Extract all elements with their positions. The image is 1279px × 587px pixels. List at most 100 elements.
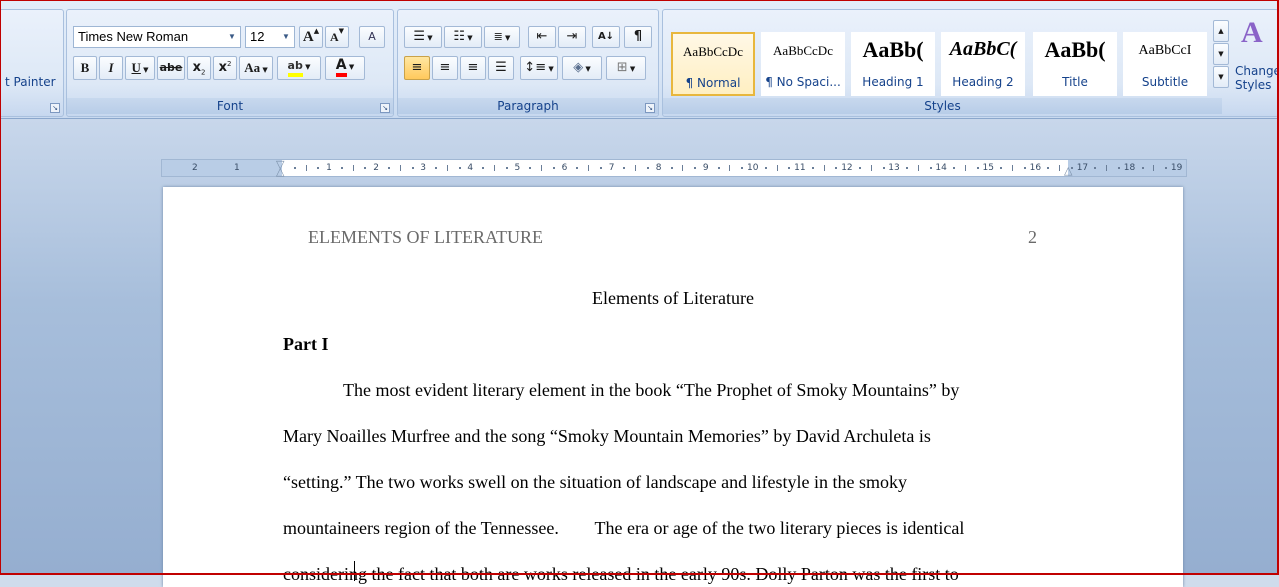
style-name-title: Title	[1062, 75, 1088, 89]
style-name-heading-2: Heading 2	[952, 75, 1014, 89]
ruler-tick	[906, 167, 909, 169]
grow-font-button[interactable]: A▲	[299, 26, 323, 48]
ruler-tick	[1165, 167, 1168, 169]
styles-more[interactable]: ▼	[1213, 66, 1229, 88]
bullets-icon: ☰	[413, 29, 426, 44]
document-page[interactable]: ELEMENTS OF LITERATURE 2 Elements of Lit…	[163, 187, 1183, 587]
shading-button[interactable]: ◈ ▼	[562, 56, 602, 80]
ruler-tick	[976, 167, 979, 169]
style-tile-heading-2[interactable]: AaBbC( Heading 2	[941, 32, 1025, 96]
shrink-font-button[interactable]: A▼	[325, 26, 349, 48]
font-size-combo[interactable]: 12 ▼	[245, 26, 295, 48]
align-right-button[interactable]: ≡	[460, 56, 486, 80]
ruler-tick	[929, 167, 932, 169]
ruler-number: 7	[608, 163, 615, 173]
font-dialog-launcher[interactable]: ↘	[380, 103, 390, 113]
ruler-tick	[435, 167, 438, 169]
borders-button[interactable]: ⊞ ▼	[606, 56, 646, 80]
align-left-button[interactable]: ≡	[404, 56, 430, 80]
style-name-heading-1: Heading 1	[862, 75, 924, 89]
left-indent-marker[interactable]: △	[276, 166, 284, 177]
ruler-tick	[647, 167, 650, 169]
ruler-number: 15	[982, 163, 994, 173]
superscript-button[interactable]: x2	[213, 56, 237, 80]
ruler-number: 9	[702, 163, 709, 173]
ruler-number: 19	[1170, 163, 1183, 173]
font-name-dropdown-icon[interactable]: ▼	[224, 27, 240, 47]
ruler-tick	[352, 165, 354, 171]
multilevel-list-button[interactable]: ≣ ▼	[484, 26, 520, 48]
ruler-tick	[482, 167, 485, 169]
sort-button[interactable]: A↓	[592, 26, 620, 48]
highlight-button[interactable]: ab ▼	[277, 56, 321, 80]
font-color-icon: A	[335, 57, 347, 77]
paragraph-dialog-launcher[interactable]: ↘	[645, 103, 655, 113]
underline-icon: U	[131, 60, 141, 75]
font-group-label: Font	[67, 98, 393, 114]
document-workspace[interactable]: 2 1 ▽ △ △ 1 2 3 4 5 6 7 8 9 10 11 12 13 14 15 16 17 18 19 …	[0, 119, 1279, 587]
ruler-tick	[529, 167, 532, 169]
style-sample-normal: AaBbCcDc	[683, 44, 743, 59]
change-case-button[interactable]: Aa ▼	[239, 56, 273, 80]
numbering-button[interactable]: ☷ ▼	[444, 26, 482, 48]
change-styles-label: Change Styles	[1235, 64, 1279, 92]
align-center-button[interactable]: ≡	[432, 56, 458, 80]
font-name-combo[interactable]: Times New Roman ▼	[73, 26, 241, 48]
line-spacing-button[interactable]: ↕≡ ▼	[520, 56, 558, 80]
paragraph-group: ☰ ▼ ☷ ▼ ≣ ▼ ⇤ ⇥ A↓ ¶ ≡ ≡ ≡ ☰ ↕≡ ▼ ◈ ▼ ⊞ …	[397, 9, 659, 117]
ruler-tick	[729, 165, 731, 171]
format-painter-button[interactable]: t Painter	[5, 75, 56, 89]
pilcrow-icon: ¶	[633, 29, 643, 44]
paragraph-group-label: Paragraph	[398, 98, 658, 114]
text-cursor	[354, 561, 355, 581]
ruler-number: 8	[655, 163, 662, 173]
style-sample-title: AaBb(	[1044, 37, 1106, 62]
subscript-button[interactable]: x2	[187, 56, 211, 80]
ribbon: t Painter ↘ Times New Roman ▼ 12 ▼ A▲ A▼…	[0, 1, 1279, 119]
ruler-tick	[1094, 167, 1097, 169]
style-tile-no-spacing[interactable]: AaBbCcDc ¶ No Spaci...	[761, 32, 845, 96]
style-tile-normal[interactable]: AaBbCcDc ¶ Normal	[671, 32, 755, 96]
horizontal-ruler[interactable]: 2 1 ▽ △ △ 1 2 3 4 5 6 7 8 9 10 11 12 13 14 15 16 17 18 19	[161, 159, 1187, 177]
ruler-tick	[1047, 167, 1050, 169]
line-spacing-icon: ↕≡	[524, 60, 547, 75]
ruler-tick	[717, 167, 720, 169]
font-size-value: 12	[250, 29, 265, 44]
ruler-tick	[305, 165, 307, 171]
ruler-tick	[764, 167, 767, 169]
change-styles-button[interactable]: A Change Styles	[1233, 14, 1279, 102]
show-formatting-button[interactable]: ¶	[624, 26, 652, 48]
bullets-button[interactable]: ☰ ▼	[404, 26, 442, 48]
ruler-number: 16	[1029, 163, 1042, 173]
ruler-tick	[776, 165, 778, 171]
underline-button[interactable]: U ▼	[125, 56, 155, 80]
strikethrough-button[interactable]: abe	[157, 56, 185, 80]
styles-scroll-down[interactable]: ▼	[1213, 43, 1229, 65]
bold-button[interactable]: B	[73, 56, 97, 80]
subscript-icon: x	[192, 60, 201, 75]
font-name-value: Times New Roman	[78, 29, 189, 44]
ruler-tick	[1000, 167, 1003, 169]
italic-button[interactable]: I	[99, 56, 123, 80]
justify-button[interactable]: ☰	[488, 56, 514, 80]
decrease-indent-button[interactable]: ⇤	[528, 26, 556, 48]
clipboard-dialog-launcher[interactable]: ↘	[50, 103, 60, 113]
body-line: Mary Noailles Murfree and the song “Smok…	[283, 426, 931, 446]
font-color-button[interactable]: A ▼	[325, 56, 365, 80]
ruler-number: 3	[420, 163, 427, 173]
ruler-number: 11	[794, 163, 806, 173]
font-group: Times New Roman ▼ 12 ▼ A▲ A▼ A B I U ▼ a…	[66, 9, 394, 117]
ruler-number: 17	[1076, 163, 1089, 173]
style-tile-heading-1[interactable]: AaBb( Heading 1	[851, 32, 935, 96]
font-size-dropdown-icon[interactable]: ▼	[278, 27, 294, 47]
ruler-tick	[1118, 167, 1121, 169]
numbering-icon: ☷	[453, 29, 466, 44]
clear-formatting-icon: A	[368, 30, 376, 43]
increase-indent-button[interactable]: ⇥	[558, 26, 586, 48]
style-tile-title[interactable]: AaBb( Title	[1033, 32, 1117, 96]
style-tile-subtitle[interactable]: AaBbCcI Subtitle	[1123, 32, 1207, 96]
clear-formatting-button[interactable]: A	[359, 26, 385, 48]
ruler-tick	[964, 165, 966, 171]
styles-scroll-up[interactable]: ▲	[1213, 20, 1229, 42]
ruler-tick	[623, 167, 626, 169]
